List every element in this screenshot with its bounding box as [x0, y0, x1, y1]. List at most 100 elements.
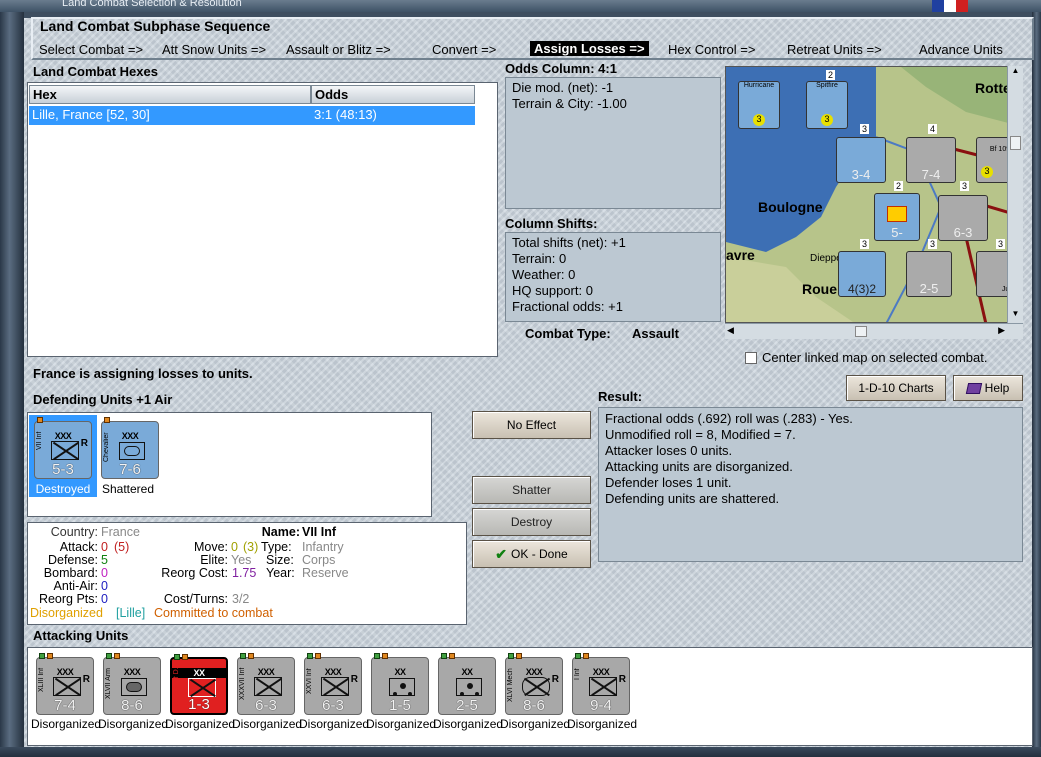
window-title: Land Combat Selection & Resolution	[62, 0, 242, 9]
marker-green	[240, 653, 246, 659]
attacker-unit[interactable]: XXX XLVI Mech R 8-6	[505, 653, 563, 715]
attacker-unit[interactable]: XXX I Inf R 9-4	[572, 653, 630, 715]
defender-unit-chevalier[interactable]: XXX Chevalier 7-6	[101, 417, 159, 479]
stack-number: 2	[826, 70, 836, 80]
reorg-pts-label: Reorg Pts:	[38, 592, 98, 606]
infantry-symbol-icon	[254, 677, 282, 696]
ok-done-button[interactable]: ✔ OK - Done	[472, 540, 591, 568]
map-horizontal-scrollbar[interactable]: ◀ ▶	[725, 323, 1023, 339]
map-unit-georges[interactable]: 4(3)2	[838, 251, 886, 297]
stack-number: 2	[894, 181, 904, 191]
step-hex-control: Hex Control =>	[668, 42, 756, 57]
marker-orange	[583, 653, 589, 659]
destroy-button[interactable]: Destroy	[472, 508, 591, 536]
result-title: Result:	[598, 389, 643, 404]
attacker-unit[interactable]: XXX XLVII Arm 8-6	[103, 653, 161, 715]
size-value: Corps	[302, 553, 336, 567]
type-label: Type:	[261, 540, 292, 554]
odds-column-header[interactable]: Odds	[311, 85, 475, 104]
reorg-cost-label: Reorg Cost:	[161, 566, 228, 580]
result-line: Attacking units are disorganized.	[605, 459, 793, 474]
disorganized-status: Disorganized	[30, 606, 103, 620]
charts-button[interactable]: 1-D-10 Charts	[846, 375, 946, 401]
attacker-unit[interactable]: XX 2-5	[438, 653, 496, 715]
step-convert: Convert =>	[432, 42, 497, 57]
attacker-unit[interactable]: XXX XXXVII Inf 6-3	[237, 653, 295, 715]
attacker-status: Disorganized	[31, 717, 102, 731]
move-label: Move:	[193, 540, 228, 554]
map-unit-hq[interactable]: 3-4	[836, 137, 886, 183]
map-unit-strength: 3-4	[851, 167, 871, 182]
checkmark-icon: ✔	[495, 545, 508, 562]
unit-markers	[508, 653, 522, 659]
unit-strength: 7-6	[119, 461, 141, 478]
help-button-label: Help	[984, 381, 1010, 395]
map-unit-german-mech[interactable]: 6-3	[938, 195, 988, 241]
shatter-label: Shatter	[512, 483, 551, 497]
infantry-symbol-icon	[188, 678, 216, 697]
scroll-down-icon[interactable]: ▼	[1008, 309, 1023, 323]
hex-row-cell[interactable]: Lille, France [52, 30]	[29, 106, 311, 125]
name-label: Name:	[261, 525, 300, 539]
map-unit-vii-inf[interactable]: 5-	[874, 193, 920, 241]
horizontal-scroll-thumb[interactable]	[855, 326, 867, 337]
attacker-unit[interactable]: XX 1-5	[371, 653, 429, 715]
armor-symbol-icon	[121, 678, 147, 696]
map-unit-spitfire[interactable]: Spitfire 3	[806, 81, 848, 129]
scroll-right-icon[interactable]: ▶	[998, 325, 1005, 336]
attacker-unit[interactable]: XXX XXVI Inf R 6-3	[304, 653, 362, 715]
attacker-unit[interactable]: XX 6th SS Inf D. 1-3	[170, 654, 228, 715]
committed-status: Committed to combat	[154, 606, 273, 620]
vertical-scroll-thumb[interactable]	[1010, 136, 1021, 150]
defense-label: Defense:	[47, 553, 98, 567]
defense-value: 5	[101, 553, 108, 567]
map-unit-hurricane[interactable]: Hurricane 3	[738, 81, 780, 129]
map-unit-strength: 7-4	[921, 167, 941, 182]
scroll-left-icon[interactable]: ◀	[727, 325, 734, 336]
map-vertical-scrollbar[interactable]: ▲ ▼	[1007, 66, 1023, 323]
garrison-symbol-icon	[456, 678, 482, 696]
center-map-label[interactable]: Center linked map on selected combat.	[762, 350, 987, 365]
unit-size: XX	[172, 668, 226, 678]
unit-size: XX	[461, 667, 473, 677]
type-value: Infantry	[302, 540, 344, 554]
stack-number: 3	[928, 239, 938, 249]
scroll-up-icon[interactable]: ▲	[1008, 66, 1023, 80]
attacker-status: Disorganized	[366, 717, 437, 731]
unit-strength: 5-3	[52, 461, 74, 478]
help-button[interactable]: Help	[953, 375, 1023, 401]
size-label: Size:	[266, 553, 294, 567]
country-label: Country:	[50, 525, 98, 539]
stack-number: 3	[860, 124, 870, 134]
attacking-units-title: Attacking Units	[33, 628, 129, 643]
step-att-snow-units: Att Snow Units =>	[162, 42, 267, 57]
center-map-checkbox[interactable]	[745, 352, 757, 364]
map-unit-value: 3	[981, 166, 993, 178]
marker-green	[39, 653, 45, 659]
linked-map[interactable]: Rotterd Boulogne avre Dieppe Roue Hurric…	[725, 66, 1023, 323]
hex-row-odds-cell[interactable]: 3:1 (48:13)	[311, 106, 475, 125]
result-line: Attacker loses 0 units.	[605, 443, 733, 458]
marker-green	[508, 653, 514, 659]
result-line: Unmodified roll = 8, Modified = 7.	[605, 427, 796, 442]
attacker-status: Disorganized	[299, 717, 370, 731]
ok-done-label: OK - Done	[511, 547, 568, 561]
shatter-button[interactable]: Shatter	[472, 476, 591, 504]
attack-value: 0	[101, 540, 108, 554]
no-effect-button[interactable]: No Effect	[472, 411, 591, 439]
attacker-unit[interactable]: XXX XLIII Inf R 7-4	[36, 653, 94, 715]
defender-unit-vii-inf[interactable]: XXX VII Inf R 5-3	[34, 417, 92, 479]
map-label-havre: avre	[726, 247, 755, 263]
marker-green	[374, 653, 380, 659]
map-unit-strength: 4(3)2	[847, 282, 876, 296]
unit-size: XXX	[121, 431, 139, 441]
status-message: France is assigning losses to units.	[33, 366, 253, 381]
marker-green	[307, 653, 313, 659]
map-unit-german-div[interactable]: 2-5	[906, 251, 952, 297]
unit-strength: 8-6	[121, 697, 143, 714]
map-unit-german-corps[interactable]: 7-4	[906, 137, 956, 183]
hq-support-line: HQ support: 0	[512, 283, 593, 298]
step-assign-losses: Assign Losses =>	[530, 41, 649, 56]
hex-column-header[interactable]: Hex	[29, 85, 311, 104]
defending-units-title: Defending Units +1 Air	[33, 392, 173, 407]
